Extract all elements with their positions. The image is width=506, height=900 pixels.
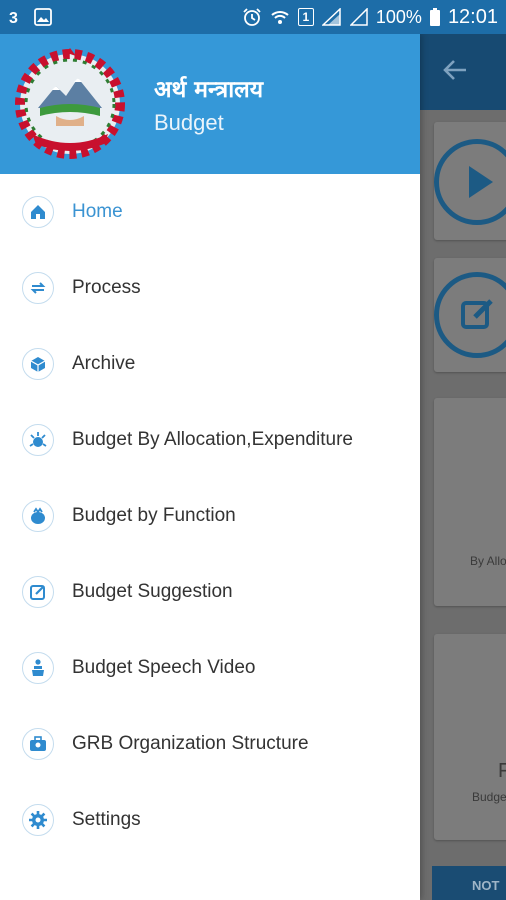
speech-icon bbox=[22, 652, 54, 684]
drawer-menu: Home Process Archive Budget By Allocatio… bbox=[0, 174, 420, 858]
nepal-emblem-icon bbox=[12, 46, 128, 162]
header-title: अर्थ मन्त्रालय bbox=[154, 77, 264, 103]
background-toolbar bbox=[420, 34, 506, 110]
suggestion-icon bbox=[22, 576, 54, 608]
menu-item-settings[interactable]: Settings bbox=[0, 782, 420, 858]
menu-item-grb-organization[interactable]: GRB Organization Structure bbox=[0, 706, 420, 782]
clock: 12:01 bbox=[447, 5, 498, 28]
background-card-3[interactable] bbox=[434, 398, 506, 606]
battery-percent: 100% bbox=[375, 6, 422, 27]
signal-icon bbox=[321, 8, 342, 26]
menu-item-label: GRB Organization Structure bbox=[72, 733, 309, 754]
menu-item-label: Archive bbox=[72, 353, 136, 374]
sim-icon: 1 bbox=[297, 8, 314, 26]
image-icon bbox=[34, 8, 52, 26]
notification-3-icon: 3 bbox=[8, 8, 22, 26]
menu-item-label: Budget Speech Video bbox=[72, 657, 256, 678]
home-icon bbox=[22, 196, 54, 228]
battery-icon bbox=[429, 8, 440, 26]
menu-item-label: Budget Suggestion bbox=[72, 581, 233, 602]
play-icon bbox=[434, 139, 506, 225]
menu-item-process[interactable]: Process bbox=[0, 250, 420, 326]
menu-item-label: Budget by Function bbox=[72, 505, 236, 526]
menu-item-label: Home bbox=[72, 201, 123, 222]
menu-item-budget-allocation[interactable]: Budget By Allocation,Expenditure bbox=[0, 402, 420, 478]
archive-icon bbox=[22, 348, 54, 380]
menu-item-label: Budget By Allocation,Expenditure bbox=[72, 429, 353, 450]
process-icon bbox=[22, 272, 54, 304]
settings-icon bbox=[22, 804, 54, 836]
signal-2-icon bbox=[349, 8, 368, 26]
navigation-drawer: अर्थ मन्त्रालय Budget Home Process Archi… bbox=[0, 34, 420, 900]
menu-item-home[interactable]: Home bbox=[0, 174, 420, 250]
alarm-icon bbox=[242, 7, 262, 27]
menu-item-budget-function[interactable]: Budget by Function bbox=[0, 478, 420, 554]
function-icon bbox=[22, 500, 54, 532]
menu-item-budget-speech-video[interactable]: Budget Speech Video bbox=[0, 630, 420, 706]
background-app: By Allo F Budge NOT bbox=[420, 34, 506, 900]
drawer-header: अर्थ मन्त्रालय Budget bbox=[0, 34, 420, 174]
background-card-4-text: Budge bbox=[472, 790, 506, 804]
svg-text:3: 3 bbox=[9, 10, 18, 26]
wifi-icon bbox=[270, 8, 290, 26]
status-bar: 3 1 100% 12:01 bbox=[0, 0, 506, 34]
background-card-3-text: By Allo bbox=[470, 554, 506, 568]
edit-icon bbox=[434, 272, 506, 358]
background-bottom-button[interactable]: NOT bbox=[432, 866, 506, 900]
allocation-icon bbox=[22, 424, 54, 456]
back-arrow-icon[interactable] bbox=[442, 59, 468, 86]
organization-icon bbox=[22, 728, 54, 760]
menu-item-archive[interactable]: Archive bbox=[0, 326, 420, 402]
header-subtitle: Budget bbox=[154, 110, 224, 135]
menu-item-label: Process bbox=[72, 277, 141, 298]
menu-item-budget-suggestion[interactable]: Budget Suggestion bbox=[0, 554, 420, 630]
menu-item-label: Settings bbox=[72, 809, 141, 830]
background-card-4[interactable] bbox=[434, 634, 506, 840]
background-card-4-title: F bbox=[498, 760, 506, 782]
